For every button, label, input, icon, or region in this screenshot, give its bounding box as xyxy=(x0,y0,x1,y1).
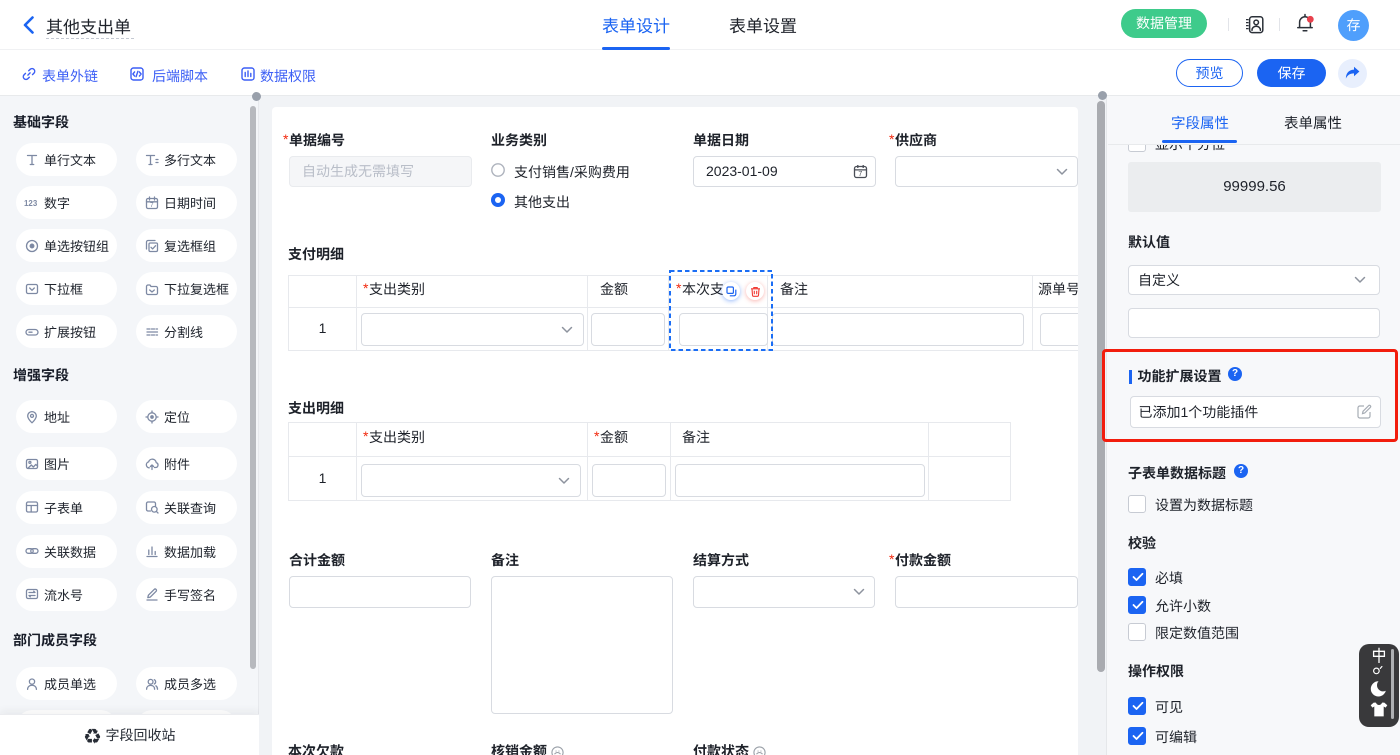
svg-text:7: 7 xyxy=(150,202,154,209)
svg-text:123: 123 xyxy=(24,199,38,208)
svg-text:7: 7 xyxy=(858,171,862,178)
